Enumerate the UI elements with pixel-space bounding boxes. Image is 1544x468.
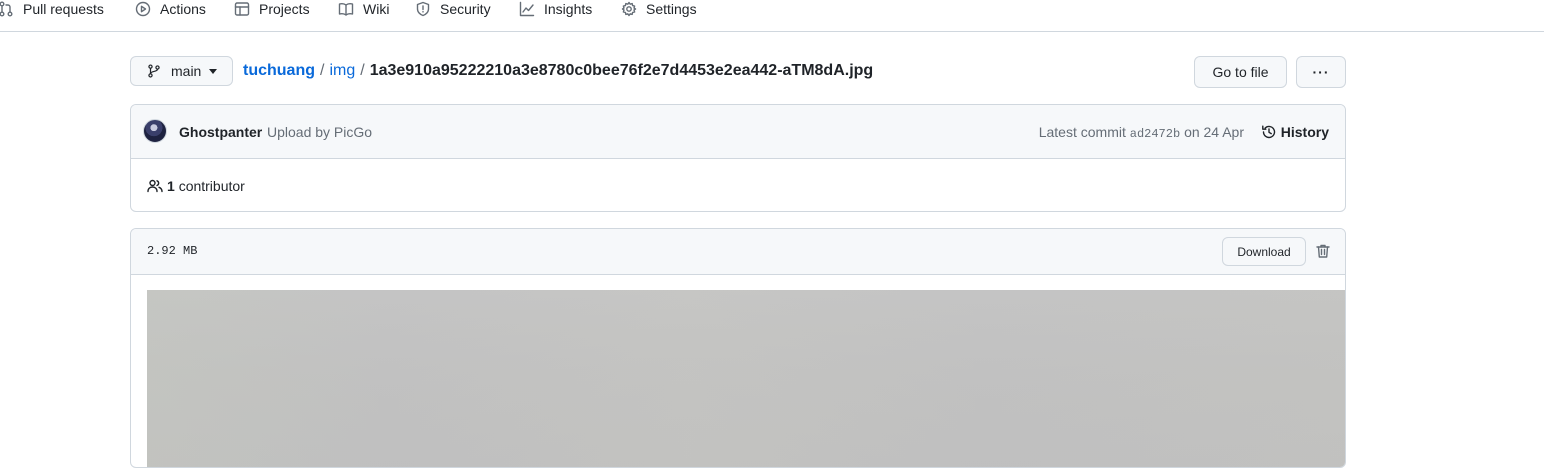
tab-label: Projects xyxy=(259,1,310,17)
more-options-button[interactable]: ··· xyxy=(1296,56,1346,88)
breadcrumb: tuchuang / img/1a3e910a95222210a3e8780c0be… xyxy=(243,62,873,80)
commit-message-link[interactable]: Upload by PicGo xyxy=(267,124,372,140)
shield-icon xyxy=(416,1,430,17)
tab-label: Settings xyxy=(646,1,697,17)
commit-author-link[interactable]: Ghostpanter xyxy=(179,124,262,140)
gear-icon xyxy=(621,1,637,17)
tab-settings[interactable]: Settings xyxy=(621,0,697,18)
latest-commit-info: Latest commit ad2472b on 24 Apr xyxy=(1039,124,1244,141)
commit-date: on 24 Apr xyxy=(1184,124,1244,140)
image-texture xyxy=(147,290,1345,467)
avatar[interactable] xyxy=(143,119,167,143)
branch-name: main xyxy=(171,63,202,79)
history-icon xyxy=(1261,125,1275,139)
commit-sha-link[interactable]: ad2472b xyxy=(1130,127,1180,141)
play-icon xyxy=(135,1,151,17)
chevron-down-icon xyxy=(209,68,218,74)
git-branch-icon xyxy=(148,64,160,78)
branch-selector-button[interactable]: main xyxy=(130,56,233,86)
book-icon xyxy=(338,3,354,16)
download-button[interactable]: Download xyxy=(1222,237,1306,266)
breadcrumb-separator: / xyxy=(360,62,365,79)
people-icon xyxy=(147,179,163,193)
tab-label: Insights xyxy=(544,1,593,17)
tab-label: Wiki xyxy=(363,1,390,17)
tab-label: Actions xyxy=(160,1,206,17)
file-view-box: 2.92 MB Download xyxy=(130,228,1346,468)
history-link[interactable]: History xyxy=(1261,124,1329,140)
history-label: History xyxy=(1280,124,1329,140)
latest-commit-box: Ghostpanter Upload by PicGo Latest commi… xyxy=(130,104,1346,212)
breadcrumb-file-name: 1a3e910a95222210a3e8780c0bee76f2e7d4453e… xyxy=(369,62,874,79)
trash-icon[interactable] xyxy=(1315,243,1331,259)
latest-commit-label: Latest commit xyxy=(1038,124,1126,140)
repo-nav: Pull requests Actions Projects Wiki Secu… xyxy=(0,0,1544,32)
go-to-file-button[interactable]: Go to file xyxy=(1194,56,1287,88)
tab-security[interactable]: Security xyxy=(415,0,491,18)
tab-actions[interactable]: Actions xyxy=(135,0,206,18)
breadcrumb-repo-link[interactable]: tuchuang xyxy=(243,62,315,79)
graph-icon xyxy=(519,1,535,17)
tab-label: Security xyxy=(440,1,491,17)
pull-request-icon xyxy=(0,1,13,17)
tab-pull-requests[interactable]: Pull requests xyxy=(0,0,104,18)
commit-row: Ghostpanter Upload by PicGo Latest commi… xyxy=(131,105,1345,159)
file-size: 2.92 MB xyxy=(147,244,198,258)
contributors-row[interactable]: 1 contributor xyxy=(147,178,245,194)
breadcrumb-folder-link[interactable]: img xyxy=(329,62,355,79)
table-icon xyxy=(234,2,250,16)
kebab-horizontal-icon: ··· xyxy=(1312,64,1330,80)
contributor-count: 1 xyxy=(167,178,175,194)
tab-insights[interactable]: Insights xyxy=(519,0,592,18)
file-header: 2.92 MB Download xyxy=(131,229,1345,275)
breadcrumb-separator: / xyxy=(320,62,325,79)
image-preview xyxy=(147,290,1345,467)
tab-projects[interactable]: Projects xyxy=(234,0,310,18)
contributor-label: contributor xyxy=(178,178,245,194)
tab-label: Pull requests xyxy=(23,1,104,17)
tab-wiki[interactable]: Wiki xyxy=(338,0,389,18)
